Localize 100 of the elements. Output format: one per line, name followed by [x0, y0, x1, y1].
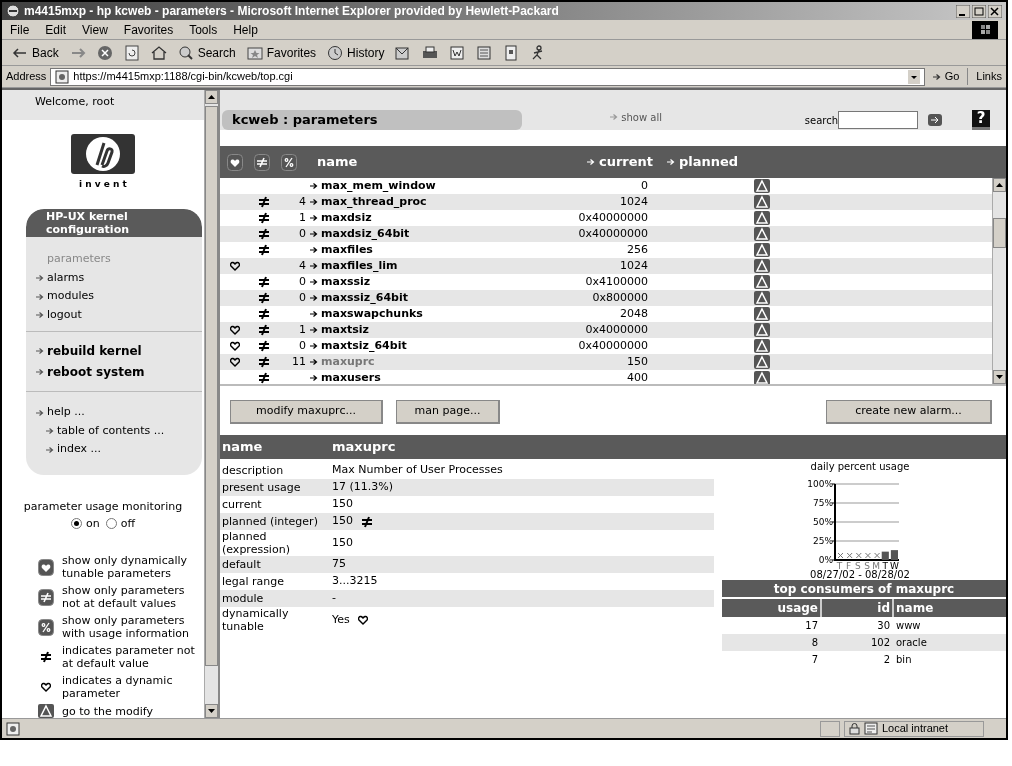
- help-link[interactable]: help ...: [36, 404, 192, 421]
- table-cell-text: 2: [882, 653, 891, 667]
- menu-item[interactable]: Edit: [45, 20, 67, 39]
- scrollbar-thumb[interactable]: [993, 218, 1006, 248]
- close-button[interactable]: [988, 4, 1002, 18]
- links-label[interactable]: Links: [967, 68, 1002, 85]
- search-field[interactable]: [838, 111, 918, 129]
- action-link[interactable]: rebuild kernel: [36, 342, 192, 361]
- usage-count: 0: [299, 273, 306, 290]
- menu-item[interactable]: Favorites: [123, 20, 174, 39]
- minimize-button[interactable]: [956, 4, 970, 18]
- zone-label: Local intranet: [882, 721, 949, 737]
- not-equal-box-icon[interactable]: [37, 588, 55, 606]
- modify-icon[interactable]: [754, 227, 770, 241]
- table-row[interactable]: 1 maxtsiz 0x4000000: [220, 322, 992, 338]
- nav-link[interactable]: logout: [36, 306, 192, 324]
- table-row[interactable]: 4 max_thread_proc 1024: [220, 194, 992, 210]
- address-field[interactable]: https://m4415mxp:1188/cgi-bin/kcweb/top.cgi: [50, 67, 925, 86]
- modify-icon[interactable]: [754, 371, 770, 384]
- column-header[interactable]: current: [573, 152, 653, 172]
- modify-icon[interactable]: [754, 275, 770, 289]
- heart-filter-button[interactable]: [226, 153, 244, 171]
- man-page-button[interactable]: man page...: [396, 400, 500, 424]
- search-button[interactable]: Search: [175, 43, 238, 62]
- table-cell-text: www: [895, 619, 921, 633]
- go-button[interactable]: Go: [928, 68, 964, 85]
- arrow-icon: [46, 445, 54, 454]
- create-alarm-button[interactable]: create new alarm...: [826, 400, 992, 424]
- parameter-link[interactable]: maxtsiz_64bit: [308, 337, 548, 355]
- menu-item[interactable]: Tools: [189, 20, 218, 39]
- percent-filter-button[interactable]: [280, 153, 298, 171]
- modify-icon[interactable]: [754, 243, 770, 257]
- scroll-up-button[interactable]: [993, 178, 1006, 192]
- current-value: 0x40000000: [577, 209, 648, 226]
- table-row[interactable]: 0 maxssiz_64bit 0x800000: [220, 290, 992, 306]
- parameter-link[interactable]: maxdsiz_64bit: [308, 225, 548, 243]
- show-all-link[interactable]: show all: [610, 109, 662, 125]
- table-row[interactable]: 11 maxuprc 150: [220, 354, 992, 370]
- parameter-link[interactable]: maxusers: [308, 369, 548, 384]
- legend-text: show only parameters not at default values: [62, 584, 186, 610]
- help-link[interactable]: table of contents ...: [36, 422, 192, 440]
- parameter-link[interactable]: maxdsiz: [308, 209, 548, 227]
- column-header[interactable]: planned: [667, 152, 739, 172]
- scroll-up-button[interactable]: [205, 90, 218, 104]
- modify-button[interactable]: modify maxuprc...: [230, 400, 383, 424]
- history-button[interactable]: History: [325, 43, 387, 62]
- scrollbar-thumb[interactable]: [205, 106, 218, 666]
- table-cell-text: oracle: [895, 636, 927, 650]
- radio-option[interactable]: on: [71, 515, 100, 532]
- legend-text: indicates a dynamic parameter: [62, 674, 174, 700]
- parameter-link[interactable]: maxtsiz: [308, 321, 548, 339]
- arrow-icon: [310, 214, 318, 222]
- menu-item[interactable]: File: [10, 20, 30, 39]
- scrollbar[interactable]: [992, 178, 1006, 384]
- not-equal-filter-button[interactable]: [253, 153, 271, 171]
- percent-box-icon[interactable]: [37, 618, 55, 636]
- help-button[interactable]: ?: [972, 110, 990, 130]
- search-go-icon[interactable]: [928, 114, 942, 126]
- menu-item[interactable]: Help: [233, 20, 258, 39]
- scroll-down-button[interactable]: [205, 704, 218, 718]
- back-button[interactable]: Back: [10, 43, 61, 62]
- parameter-link[interactable]: max_mem_window: [308, 178, 548, 195]
- help-link[interactable]: index ...: [36, 441, 192, 458]
- nav-link[interactable]: modules: [36, 288, 192, 305]
- modify-icon[interactable]: [754, 211, 770, 225]
- arrow-icon: [36, 368, 44, 377]
- favorites-button[interactable]: Favorites: [244, 43, 319, 62]
- parameter-link[interactable]: maxuprc: [308, 353, 548, 371]
- usage-count: 4: [299, 193, 306, 210]
- usage-count: 0: [299, 289, 306, 306]
- parameter-link[interactable]: maxssiz_64bit: [308, 289, 548, 307]
- modify-icon[interactable]: [754, 355, 770, 369]
- modify-icon[interactable]: [754, 179, 770, 193]
- table-cell-text: 30: [876, 619, 891, 633]
- heart-box-icon[interactable]: [37, 558, 55, 576]
- usage-count: 11: [292, 353, 306, 370]
- modify-icon[interactable]: [754, 195, 770, 209]
- modify-icon[interactable]: [754, 339, 770, 353]
- action-link[interactable]: reboot system: [36, 363, 192, 382]
- menu-item[interactable]: View: [82, 20, 108, 39]
- column-header[interactable]: name: [317, 152, 573, 172]
- nav-link[interactable]: alarms: [36, 269, 192, 287]
- parameter-link[interactable]: maxssiz: [308, 273, 548, 291]
- modify-icon[interactable]: [754, 307, 770, 321]
- maximize-button[interactable]: [972, 4, 986, 18]
- parameter-link[interactable]: maxfiles_lim: [308, 257, 548, 275]
- not-equal-icon: [40, 651, 52, 663]
- modify-icon[interactable]: [38, 704, 54, 718]
- detail-value: 3...3215: [332, 573, 378, 590]
- parameter-link[interactable]: maxfiles: [308, 241, 548, 259]
- parameter-link[interactable]: max_thread_proc: [308, 193, 548, 211]
- modify-icon[interactable]: [754, 259, 770, 273]
- parameter-link[interactable]: maxswapchunks: [308, 305, 548, 323]
- table-row[interactable]: 0 maxdsiz_64bit 0x40000000: [220, 226, 992, 242]
- scroll-down-button[interactable]: [993, 370, 1006, 384]
- scrollbar[interactable]: [204, 90, 218, 718]
- modify-icon[interactable]: [754, 291, 770, 305]
- modify-icon[interactable]: [754, 323, 770, 337]
- table-row[interactable]: 4 maxfiles_lim 1024: [220, 258, 992, 274]
- radio-option[interactable]: off: [105, 515, 135, 532]
